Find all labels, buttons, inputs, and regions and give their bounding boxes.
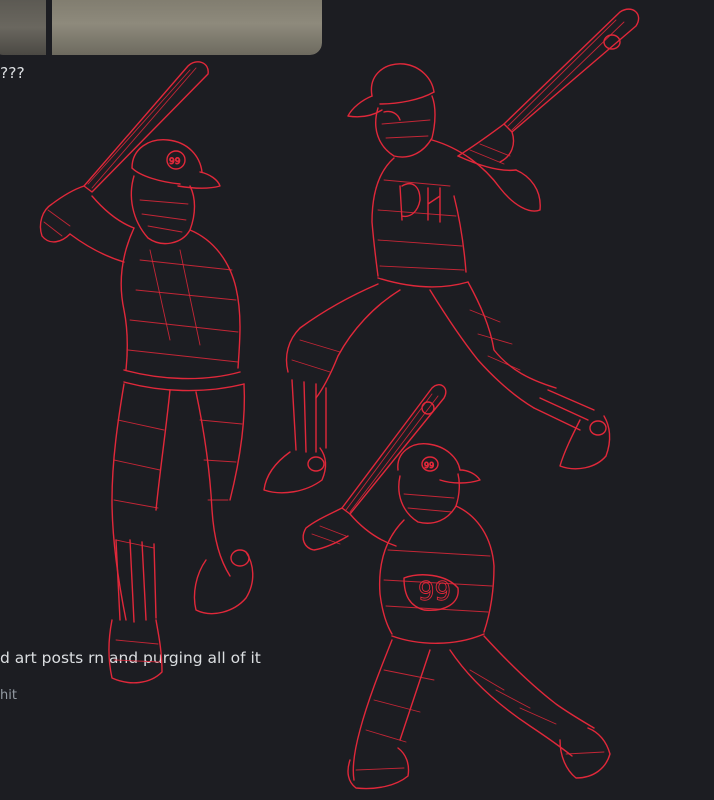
sketch-figure-left-batter: 99 <box>39 61 254 684</box>
message-text: ??? <box>0 64 25 82</box>
baseball-player-sketch-image[interactable]: 99 99 99 <box>0 0 714 800</box>
sketch-figure-jumping-batter <box>263 8 640 494</box>
attachment-image-left[interactable] <box>0 0 46 55</box>
cap-logo-number: 99 <box>424 461 434 470</box>
sketch-figure-back-view-batter: 99 99 <box>302 384 611 790</box>
chat-view: ??? d art posts rn and purging all of it… <box>0 0 714 800</box>
jersey-number: 99 <box>418 577 451 607</box>
message-text-muted: hit <box>0 688 17 703</box>
image-attachment-thumbnail[interactable] <box>0 0 322 55</box>
attachment-image-right[interactable] <box>52 0 322 55</box>
cap-logo-number: 99 <box>169 157 181 167</box>
message-text: d art posts rn and purging all of it <box>0 649 261 667</box>
